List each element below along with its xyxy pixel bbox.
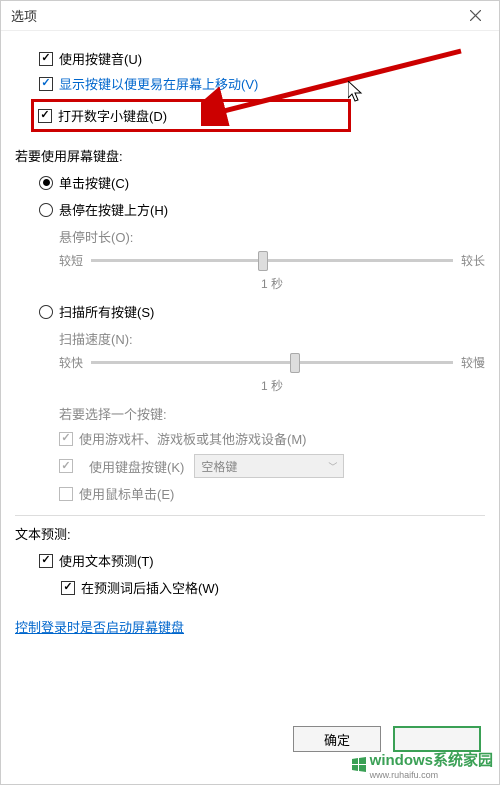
hover-duration-slider	[91, 259, 453, 262]
radio-scan-keys[interactable]: 扫描所有按键(S)	[39, 302, 485, 321]
checkbox-icon	[59, 487, 73, 501]
show-keys-label: 显示按键以便更易在屏幕上移动(V)	[59, 74, 258, 93]
titlebar: 选项	[1, 1, 499, 31]
checkbox-icon	[59, 459, 73, 473]
use-text-prediction-label: 使用文本预测(T)	[59, 551, 154, 570]
slider-thumb	[258, 251, 268, 271]
checkbox-icon	[39, 52, 53, 66]
osk-header: 若要使用屏幕键盘:	[15, 146, 485, 165]
use-joystick-label: 使用游戏杆、游戏板或其他游戏设备(M)	[79, 429, 307, 448]
radio-hover-keys[interactable]: 悬停在按键上方(H)	[39, 200, 485, 219]
radio-icon	[39, 203, 53, 217]
radio-hover-label: 悬停在按键上方(H)	[59, 200, 168, 219]
slider-max-label: 较长	[461, 252, 485, 269]
show-keys-row[interactable]: 显示按键以便更易在屏幕上移动(V)	[39, 74, 485, 93]
use-keyboard-label: 使用键盘按键(K)	[89, 457, 184, 476]
close-icon	[470, 10, 481, 21]
close-button[interactable]	[455, 2, 495, 30]
use-mouse-row: 使用鼠标单击(E)	[59, 484, 485, 503]
hover-duration-label: 悬停时长(O):	[59, 227, 485, 246]
keyboard-key-dropdown: 空格键 ﹀	[194, 454, 344, 478]
highlight-annotation: 打开数字小键盘(D)	[31, 99, 351, 132]
slider-thumb	[290, 353, 300, 373]
open-numpad-row[interactable]: 打开数字小键盘(D)	[38, 106, 344, 125]
control-osk-at-login-link[interactable]: 控制登录时是否启动屏幕键盘	[15, 617, 184, 636]
text-prediction-header: 文本预测:	[15, 524, 485, 543]
use-joystick-row: 使用游戏杆、游戏板或其他游戏设备(M)	[59, 429, 485, 448]
radio-icon	[39, 305, 53, 319]
checkbox-icon	[59, 432, 73, 446]
use-text-prediction-row[interactable]: 使用文本预测(T)	[39, 551, 485, 570]
hover-duration-value: 1 秒	[59, 275, 485, 292]
divider	[15, 515, 485, 516]
watermark-url: www.ruhaifu.com	[370, 770, 493, 780]
use-click-sound-label: 使用按键音(U)	[59, 49, 142, 68]
checkbox-icon	[61, 581, 75, 595]
slider-max-label: 较慢	[461, 354, 485, 371]
select-key-header: 若要选择一个按键:	[59, 404, 485, 423]
radio-click-keys[interactable]: 单击按键(C)	[39, 173, 485, 192]
scan-speed-value: 1 秒	[59, 377, 485, 394]
chevron-down-icon: ﹀	[328, 460, 337, 473]
dropdown-value: 空格键	[201, 458, 237, 475]
checkbox-icon	[39, 554, 53, 568]
use-keyboard-row: 使用键盘按键(K) 空格键 ﹀	[59, 454, 485, 478]
radio-icon	[39, 176, 53, 190]
windows-logo-icon	[350, 756, 368, 774]
insert-space-row[interactable]: 在预测词后插入空格(W)	[39, 578, 485, 597]
insert-space-label: 在预测词后插入空格(W)	[81, 578, 219, 597]
options-dialog: 选项 使用按键音(U) 显示按键以便更易在屏幕上移动(V) 打开数字小键盘(D)…	[0, 0, 500, 785]
scan-speed-label: 扫描速度(N):	[59, 329, 485, 348]
checkbox-icon	[38, 109, 52, 123]
checkbox-icon	[39, 77, 53, 91]
window-title: 选项	[11, 6, 37, 25]
open-numpad-label: 打开数字小键盘(D)	[58, 106, 167, 125]
scan-speed-slider	[91, 361, 453, 364]
use-click-sound-row[interactable]: 使用按键音(U)	[39, 49, 485, 68]
use-mouse-label: 使用鼠标单击(E)	[79, 484, 174, 503]
slider-min-label: 较短	[59, 252, 83, 269]
radio-click-label: 单击按键(C)	[59, 173, 129, 192]
slider-min-label: 较快	[59, 354, 83, 371]
watermark: windows系统家园 www.ruhaifu.com	[350, 749, 493, 780]
radio-scan-label: 扫描所有按键(S)	[59, 302, 154, 321]
watermark-text: windows系统家园	[370, 752, 493, 769]
